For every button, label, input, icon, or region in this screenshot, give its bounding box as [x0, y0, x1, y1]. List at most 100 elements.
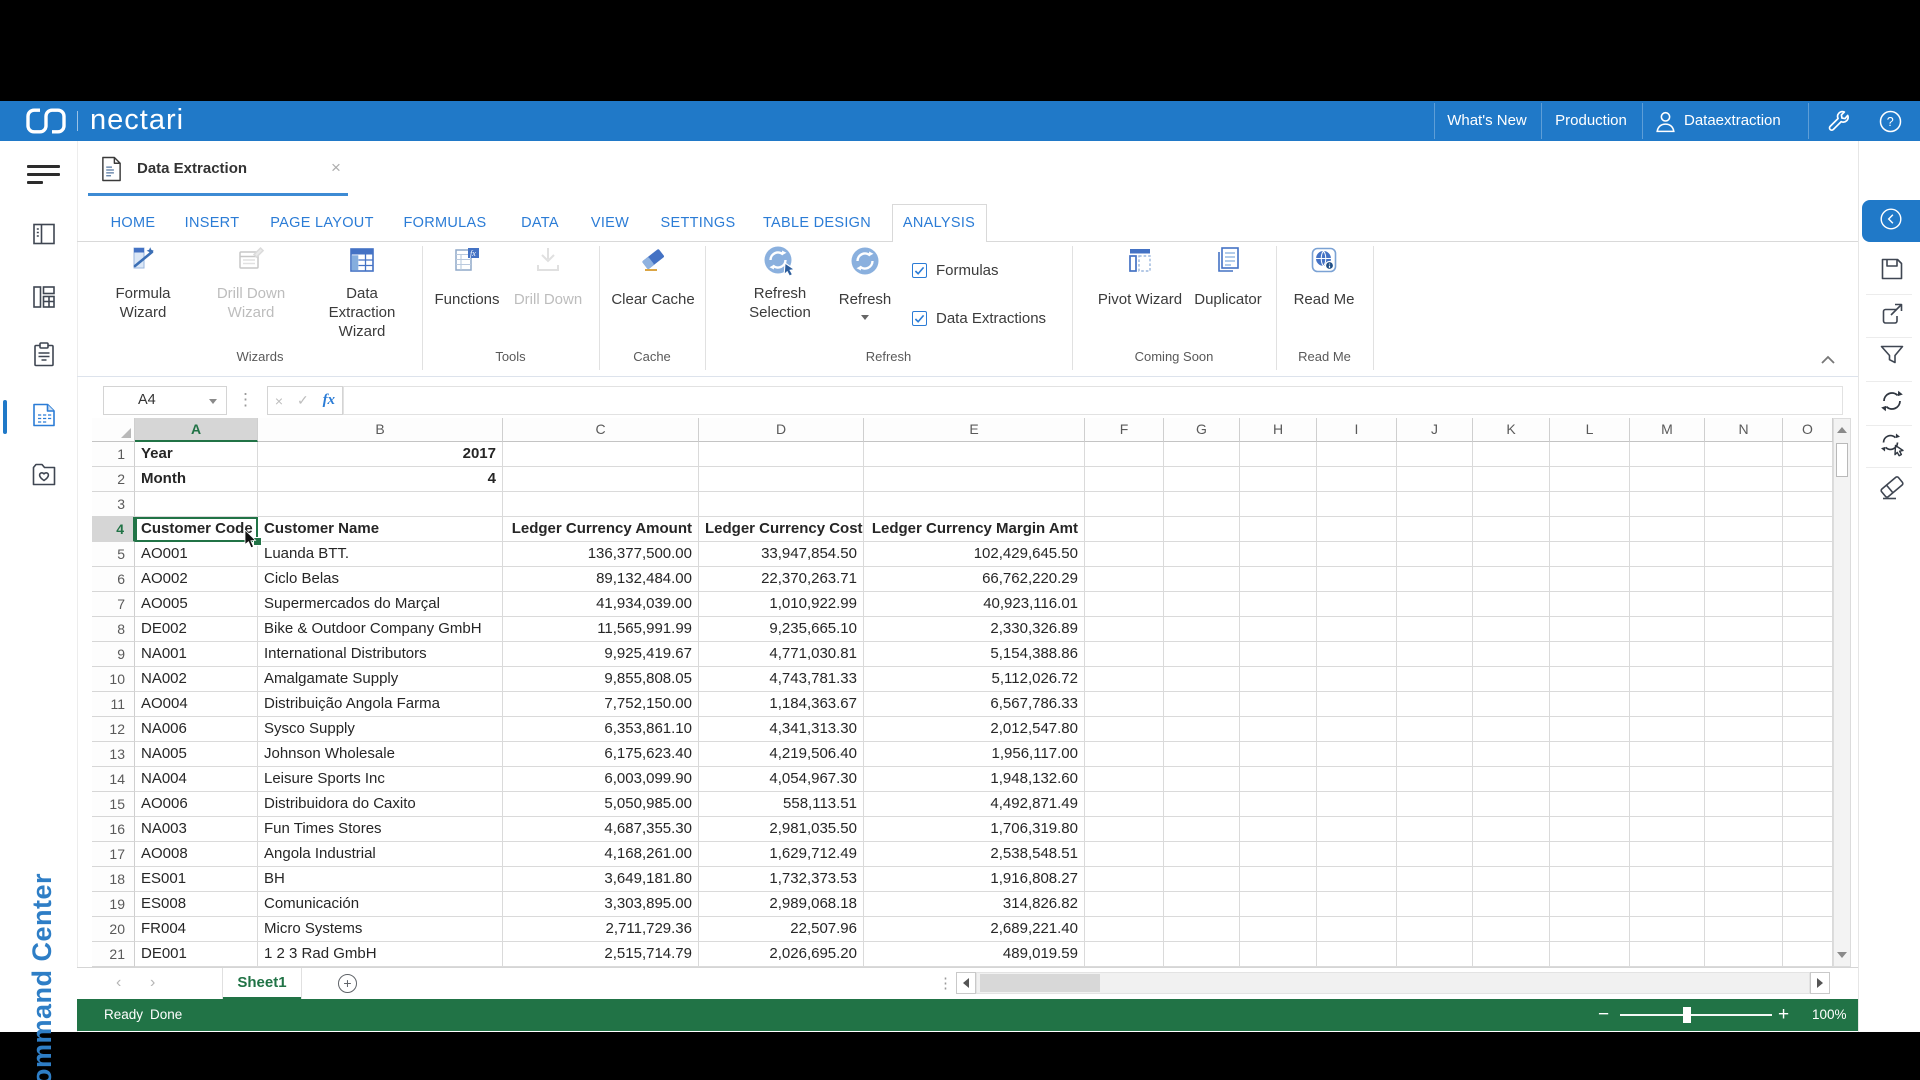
column-header-N[interactable]: N	[1705, 418, 1783, 442]
save-button[interactable]	[1878, 257, 1906, 285]
add-sheet-icon[interactable]: +	[338, 974, 357, 993]
cell-F20[interactable]	[1085, 917, 1164, 942]
cell-A8[interactable]: DE002	[135, 617, 258, 642]
cell-B20[interactable]: Micro Systems	[258, 917, 503, 942]
column-header-C[interactable]: C	[503, 418, 699, 442]
column-header-I[interactable]: I	[1317, 418, 1397, 442]
cell-J4[interactable]	[1397, 517, 1473, 542]
cell-J6[interactable]	[1397, 567, 1473, 592]
cell-B10[interactable]: Amalgamate Supply	[258, 667, 503, 692]
cell-D19[interactable]: 2,989,068.18	[699, 892, 864, 917]
cell-M18[interactable]	[1630, 867, 1705, 892]
user-menu[interactable]: Dataextraction	[1684, 101, 1781, 141]
cell-J11[interactable]	[1397, 692, 1473, 717]
cell-O2[interactable]	[1783, 467, 1833, 492]
cell-O14[interactable]	[1783, 767, 1833, 792]
cell-F17[interactable]	[1085, 842, 1164, 867]
cell-A7[interactable]: AO005	[135, 592, 258, 617]
cell-E9[interactable]: 5,154,388.86	[864, 642, 1085, 667]
cell-E3[interactable]	[864, 492, 1085, 517]
cell-E19[interactable]: 314,826.82	[864, 892, 1085, 917]
cell-E8[interactable]: 2,330,326.89	[864, 617, 1085, 642]
cell-C18[interactable]: 3,649,181.80	[503, 867, 699, 892]
cell-E4[interactable]: Ledger Currency Margin Amt	[864, 517, 1085, 542]
cell-D9[interactable]: 4,771,030.81	[699, 642, 864, 667]
cell-O6[interactable]	[1783, 567, 1833, 592]
cell-F19[interactable]	[1085, 892, 1164, 917]
cell-G21[interactable]	[1164, 942, 1240, 967]
cell-H3[interactable]	[1240, 492, 1317, 517]
cell-A18[interactable]: ES001	[135, 867, 258, 892]
row-header-8[interactable]: 8	[92, 617, 135, 642]
cell-G4[interactable]	[1164, 517, 1240, 542]
cell-L16[interactable]	[1550, 817, 1630, 842]
cell-G14[interactable]	[1164, 767, 1240, 792]
cell-C7[interactable]: 41,934,039.00	[503, 592, 699, 617]
cell-A2[interactable]: Month	[135, 467, 258, 492]
cell-O20[interactable]	[1783, 917, 1833, 942]
refresh-button[interactable]	[1878, 389, 1906, 417]
cell-D13[interactable]: 4,219,506.40	[699, 742, 864, 767]
cell-E10[interactable]: 5,112,026.72	[864, 667, 1085, 692]
cell-L17[interactable]	[1550, 842, 1630, 867]
row-header-11[interactable]: 11	[92, 692, 135, 717]
chevron-down-icon[interactable]	[209, 399, 217, 404]
cell-N2[interactable]	[1705, 467, 1783, 492]
cell-F9[interactable]	[1085, 642, 1164, 667]
cell-L4[interactable]	[1550, 517, 1630, 542]
column-header-H[interactable]: H	[1240, 418, 1317, 442]
read-me-button[interactable]: Read Me	[1254, 244, 1394, 309]
cell-B5[interactable]: Luanda BTT.	[258, 542, 503, 567]
row-header-12[interactable]: 12	[92, 717, 135, 742]
cell-M11[interactable]	[1630, 692, 1705, 717]
cell-D17[interactable]: 1,629,712.49	[699, 842, 864, 867]
column-header-O[interactable]: O	[1783, 418, 1833, 442]
cell-F8[interactable]	[1085, 617, 1164, 642]
clear-cache-button[interactable]	[1878, 476, 1906, 504]
vertical-scrollbar[interactable]	[1833, 418, 1851, 967]
row-header-20[interactable]: 20	[92, 917, 135, 942]
cell-D12[interactable]: 4,341,313.30	[699, 717, 864, 742]
cell-A4[interactable]: Customer Code	[135, 517, 258, 542]
cell-L5[interactable]	[1550, 542, 1630, 567]
cell-I7[interactable]	[1317, 592, 1397, 617]
cell-E6[interactable]: 66,762,220.29	[864, 567, 1085, 592]
cell-H2[interactable]	[1240, 467, 1317, 492]
cell-D2[interactable]	[699, 467, 864, 492]
cell-M7[interactable]	[1630, 592, 1705, 617]
cell-F6[interactable]	[1085, 567, 1164, 592]
cell-K1[interactable]	[1473, 442, 1550, 467]
cell-C5[interactable]: 136,377,500.00	[503, 542, 699, 567]
cell-I12[interactable]	[1317, 717, 1397, 742]
cell-B21[interactable]: 1 2 3 Rad GmbH	[258, 942, 503, 967]
cell-D11[interactable]: 1,184,363.67	[699, 692, 864, 717]
cell-B17[interactable]: Angola Industrial	[258, 842, 503, 867]
cell-N14[interactable]	[1705, 767, 1783, 792]
cell-J5[interactable]	[1397, 542, 1473, 567]
cell-H8[interactable]	[1240, 617, 1317, 642]
cell-E14[interactable]: 1,948,132.60	[864, 767, 1085, 792]
cell-J21[interactable]	[1397, 942, 1473, 967]
cell-A16[interactable]: NA003	[135, 817, 258, 842]
cell-H7[interactable]	[1240, 592, 1317, 617]
cell-A10[interactable]: NA002	[135, 667, 258, 692]
ribbon-tab-page-layout[interactable]: PAGE LAYOUT	[270, 204, 373, 242]
cell-C16[interactable]: 4,687,355.30	[503, 817, 699, 842]
scroll-left-icon[interactable]	[956, 972, 976, 994]
cell-C19[interactable]: 3,303,895.00	[503, 892, 699, 917]
row-header-1[interactable]: 1	[92, 442, 135, 467]
cell-C6[interactable]: 89,132,484.00	[503, 567, 699, 592]
cell-H20[interactable]	[1240, 917, 1317, 942]
cell-J10[interactable]	[1397, 667, 1473, 692]
row-header-18[interactable]: 18	[92, 867, 135, 892]
cell-A17[interactable]: AO008	[135, 842, 258, 867]
cell-D6[interactable]: 22,370,263.71	[699, 567, 864, 592]
column-header-L[interactable]: L	[1550, 418, 1630, 442]
share-button[interactable]	[1878, 302, 1906, 330]
cell-F16[interactable]	[1085, 817, 1164, 842]
cell-K21[interactable]	[1473, 942, 1550, 967]
cell-E7[interactable]: 40,923,116.01	[864, 592, 1085, 617]
cell-K16[interactable]	[1473, 817, 1550, 842]
cell-H4[interactable]	[1240, 517, 1317, 542]
cell-M4[interactable]	[1630, 517, 1705, 542]
